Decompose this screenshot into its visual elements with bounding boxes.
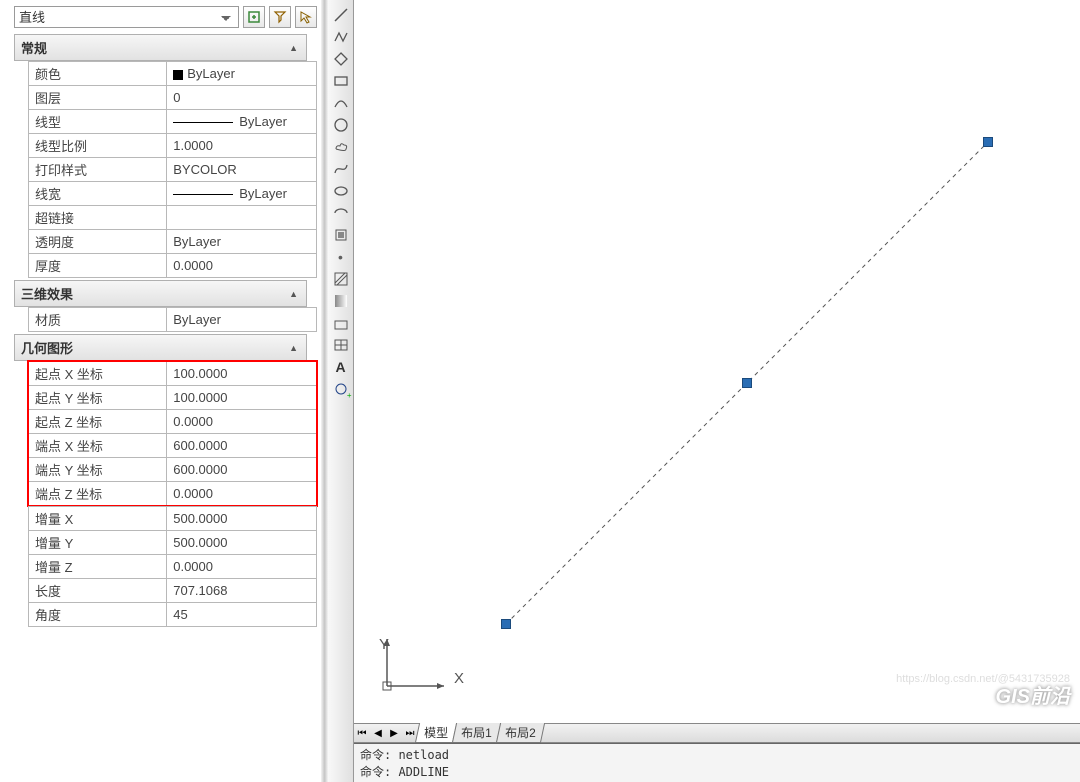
collapse-icon: ▲ (289, 289, 298, 299)
tab-model[interactable]: 模型 (415, 723, 457, 743)
command-history-line: 命令: ADDLINE (360, 763, 1074, 780)
draw-toolbar: • A + (328, 0, 354, 782)
tab-layout1[interactable]: 布局1 (452, 723, 501, 743)
circle-tool-icon[interactable] (330, 114, 352, 136)
table-3d: 材质ByLayer (28, 307, 317, 332)
tab-prev-icon[interactable]: ◀ (370, 724, 386, 742)
row-plotstyle: 打印样式BYCOLOR (29, 158, 317, 182)
collapse-icon: ▲ (289, 43, 298, 53)
section-title: 常规 (21, 38, 47, 57)
canvas-area: X Y https://blog.csdn.net/@5431735928 GI… (354, 0, 1080, 782)
pick-object-icon[interactable] (295, 6, 317, 28)
selector-row: 直线 (0, 0, 321, 32)
cloud-tool-icon[interactable] (330, 136, 352, 158)
rectangle-tool-icon[interactable] (330, 70, 352, 92)
grip-start[interactable] (501, 619, 511, 629)
ellipse-arc-tool-icon[interactable] (330, 202, 352, 224)
row-material: 材质ByLayer (29, 308, 317, 332)
section-header-3d[interactable]: 三维效果 ▲ (14, 280, 307, 307)
row-lineweight: 线宽ByLayer (29, 182, 317, 206)
arc-tool-icon[interactable] (330, 92, 352, 114)
drawing-viewport[interactable]: X Y https://blog.csdn.net/@5431735928 GI… (354, 0, 1080, 723)
spline-tool-icon[interactable] (330, 158, 352, 180)
layout-tabs: ⏮ ◀ ▶ ⏭ 模型 布局1 布局2 (354, 723, 1080, 743)
row-delta-x: 增量 X500.0000 (29, 507, 317, 531)
point-tool-icon[interactable]: • (330, 246, 352, 268)
row-ltscale: 线型比例1.0000 (29, 134, 317, 158)
section-header-general[interactable]: 常规 ▲ (14, 34, 307, 61)
row-layer: 图层0 (29, 86, 317, 110)
ucs-icon (379, 636, 449, 696)
section-header-geometry[interactable]: 几何图形 ▲ (14, 334, 307, 361)
row-end-x: 端点 X 坐标600.0000 (29, 434, 317, 458)
add-selection-icon[interactable] (243, 6, 265, 28)
command-window[interactable]: 命令: netload 命令: ADDLINE (354, 743, 1080, 782)
block-tool-icon[interactable] (330, 224, 352, 246)
row-angle: 角度45 (29, 603, 317, 627)
row-length: 长度707.1068 (29, 579, 317, 603)
row-color: 颜色ByLayer (29, 62, 317, 86)
table-geometry-rest: 增量 X500.0000 增量 Y500.0000 增量 Z0.0000 长度7… (28, 506, 317, 627)
text-tool-icon[interactable]: A (330, 356, 352, 378)
grip-midpoint[interactable] (742, 378, 752, 388)
row-thickness: 厚度0.0000 (29, 254, 317, 278)
ellipse-tool-icon[interactable] (330, 180, 352, 202)
row-end-z: 端点 Z 坐标0.0000 (29, 482, 317, 506)
line-object (354, 0, 1080, 723)
object-type-select[interactable]: 直线 (14, 6, 239, 28)
properties-panel: 直线 常规 ▲ 颜色ByLayer 图层0 线型ByLayer 线型比例1.00… (0, 0, 321, 782)
polygon-tool-icon[interactable] (330, 48, 352, 70)
row-delta-y: 增量 Y500.0000 (29, 531, 317, 555)
row-start-y: 起点 Y 坐标100.0000 (29, 386, 317, 410)
row-hyperlink: 超链接 (29, 206, 317, 230)
row-delta-z: 增量 Z0.0000 (29, 555, 317, 579)
table-geometry-highlighted: 起点 X 坐标100.0000 起点 Y 坐标100.0000 起点 Z 坐标0… (28, 361, 317, 506)
row-start-z: 起点 Z 坐标0.0000 (29, 410, 317, 434)
command-history-line: 命令: netload (360, 746, 1074, 763)
section-title: 几何图形 (21, 338, 73, 357)
row-linetype: 线型ByLayer (29, 110, 317, 134)
quick-select-icon[interactable] (269, 6, 291, 28)
table-tool-icon[interactable] (330, 334, 352, 356)
region-tool-icon[interactable] (330, 312, 352, 334)
panel-separator[interactable] (321, 0, 328, 782)
tab-first-icon[interactable]: ⏮ (354, 724, 370, 742)
row-start-x: 起点 X 坐标100.0000 (29, 362, 317, 386)
hatch-tool-icon[interactable] (330, 268, 352, 290)
collapse-icon: ▲ (289, 343, 298, 353)
line-tool-icon[interactable] (330, 4, 352, 26)
tab-layout2[interactable]: 布局2 (496, 723, 545, 743)
x-axis-label: X (454, 670, 464, 687)
tab-next-icon[interactable]: ▶ (386, 724, 402, 742)
table-general: 颜色ByLayer 图层0 线型ByLayer 线型比例1.0000 打印样式B… (28, 61, 317, 278)
row-end-y: 端点 Y 坐标600.0000 (29, 458, 317, 482)
row-transparency: 透明度ByLayer (29, 230, 317, 254)
gradient-tool-icon[interactable] (330, 290, 352, 312)
section-title: 三维效果 (21, 284, 73, 303)
y-axis-label: Y (379, 636, 389, 653)
add-tool-icon[interactable]: + (330, 378, 352, 400)
grip-end[interactable] (983, 137, 993, 147)
polyline-tool-icon[interactable] (330, 26, 352, 48)
